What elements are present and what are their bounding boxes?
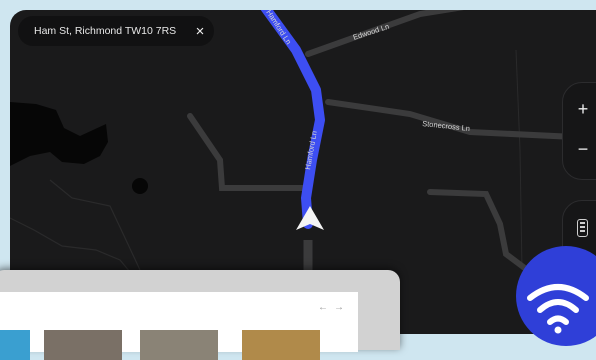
forward-arrow-icon[interactable]: →	[334, 302, 344, 313]
minor-road	[49, 179, 141, 271]
road-edwood	[305, 10, 464, 57]
road-label-stonecross: Stonecross Ln	[422, 119, 471, 133]
laptop-device: ← →	[0, 270, 400, 360]
minor-road	[10, 217, 131, 273]
zoom-in-button[interactable]: +	[563, 89, 596, 129]
laptop-screen: ← →	[0, 292, 358, 360]
thumbnail[interactable]	[44, 330, 122, 360]
address-text: Ham St, Richmond TW10 7RS	[34, 25, 177, 37]
road-label-edwood: Edwood Ln	[352, 22, 390, 42]
thumbnail[interactable]	[140, 330, 218, 360]
water-area	[10, 102, 108, 166]
road-stonecross	[325, 99, 596, 141]
minor-road	[515, 49, 523, 271]
address-chip[interactable]: Ham St, Richmond TW10 7RS ×	[18, 16, 214, 46]
road-west	[187, 113, 309, 191]
thumbnail[interactable]	[0, 330, 30, 360]
battery-icon[interactable]	[577, 219, 588, 237]
back-arrow-icon[interactable]: ←	[318, 302, 328, 313]
close-icon[interactable]: ×	[186, 17, 214, 45]
zoom-out-button[interactable]: −	[563, 129, 596, 169]
pond-area	[132, 178, 148, 194]
road-label-hamford-top: Hamford Ln	[264, 10, 293, 46]
zoom-controls: + −	[562, 82, 596, 180]
wifi-icon	[527, 284, 589, 334]
route-line	[260, 10, 325, 229]
thumbnail[interactable]	[242, 330, 320, 360]
